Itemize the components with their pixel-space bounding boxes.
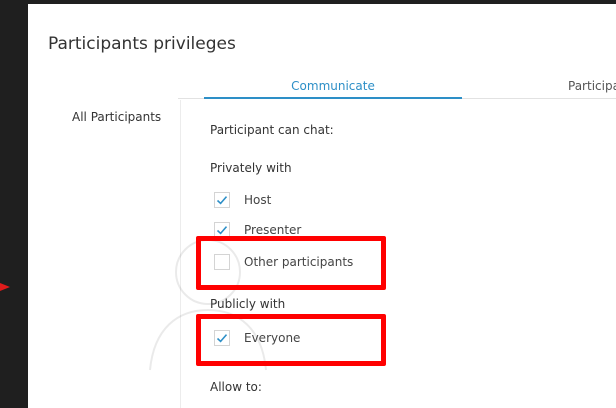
tab-communicate[interactable]: Communicate [204, 79, 462, 98]
tab-bar: Communicate Participa [28, 74, 616, 99]
privately-heading: Privately with [210, 161, 292, 175]
tab-participants[interactable]: Participa [568, 79, 616, 93]
checkbox-row-host[interactable]: Host [214, 190, 271, 210]
screen-backdrop: Participants privileges Communicate Part… [0, 0, 616, 408]
host-label: Host [244, 193, 272, 207]
dialog-title: Participants privileges [48, 34, 236, 54]
allow-heading: Allow to: [210, 380, 262, 394]
publicly-heading: Publicly with [210, 297, 286, 311]
participants-privileges-dialog: Participants privileges Communicate Part… [28, 4, 616, 408]
chat-heading: Participant can chat: [210, 123, 334, 137]
host-checkbox[interactable] [214, 192, 230, 208]
arrow-right-icon [0, 283, 10, 291]
checkmark-icon [216, 226, 228, 235]
active-tab-indicator [204, 97, 462, 99]
presenter-label: Presenter [244, 223, 302, 237]
sidebar-item-all-participants[interactable]: All Participants [72, 110, 161, 124]
checkmark-icon [216, 196, 228, 205]
highlight-box-other-participants [196, 236, 386, 290]
highlight-box-everyone [196, 314, 386, 366]
